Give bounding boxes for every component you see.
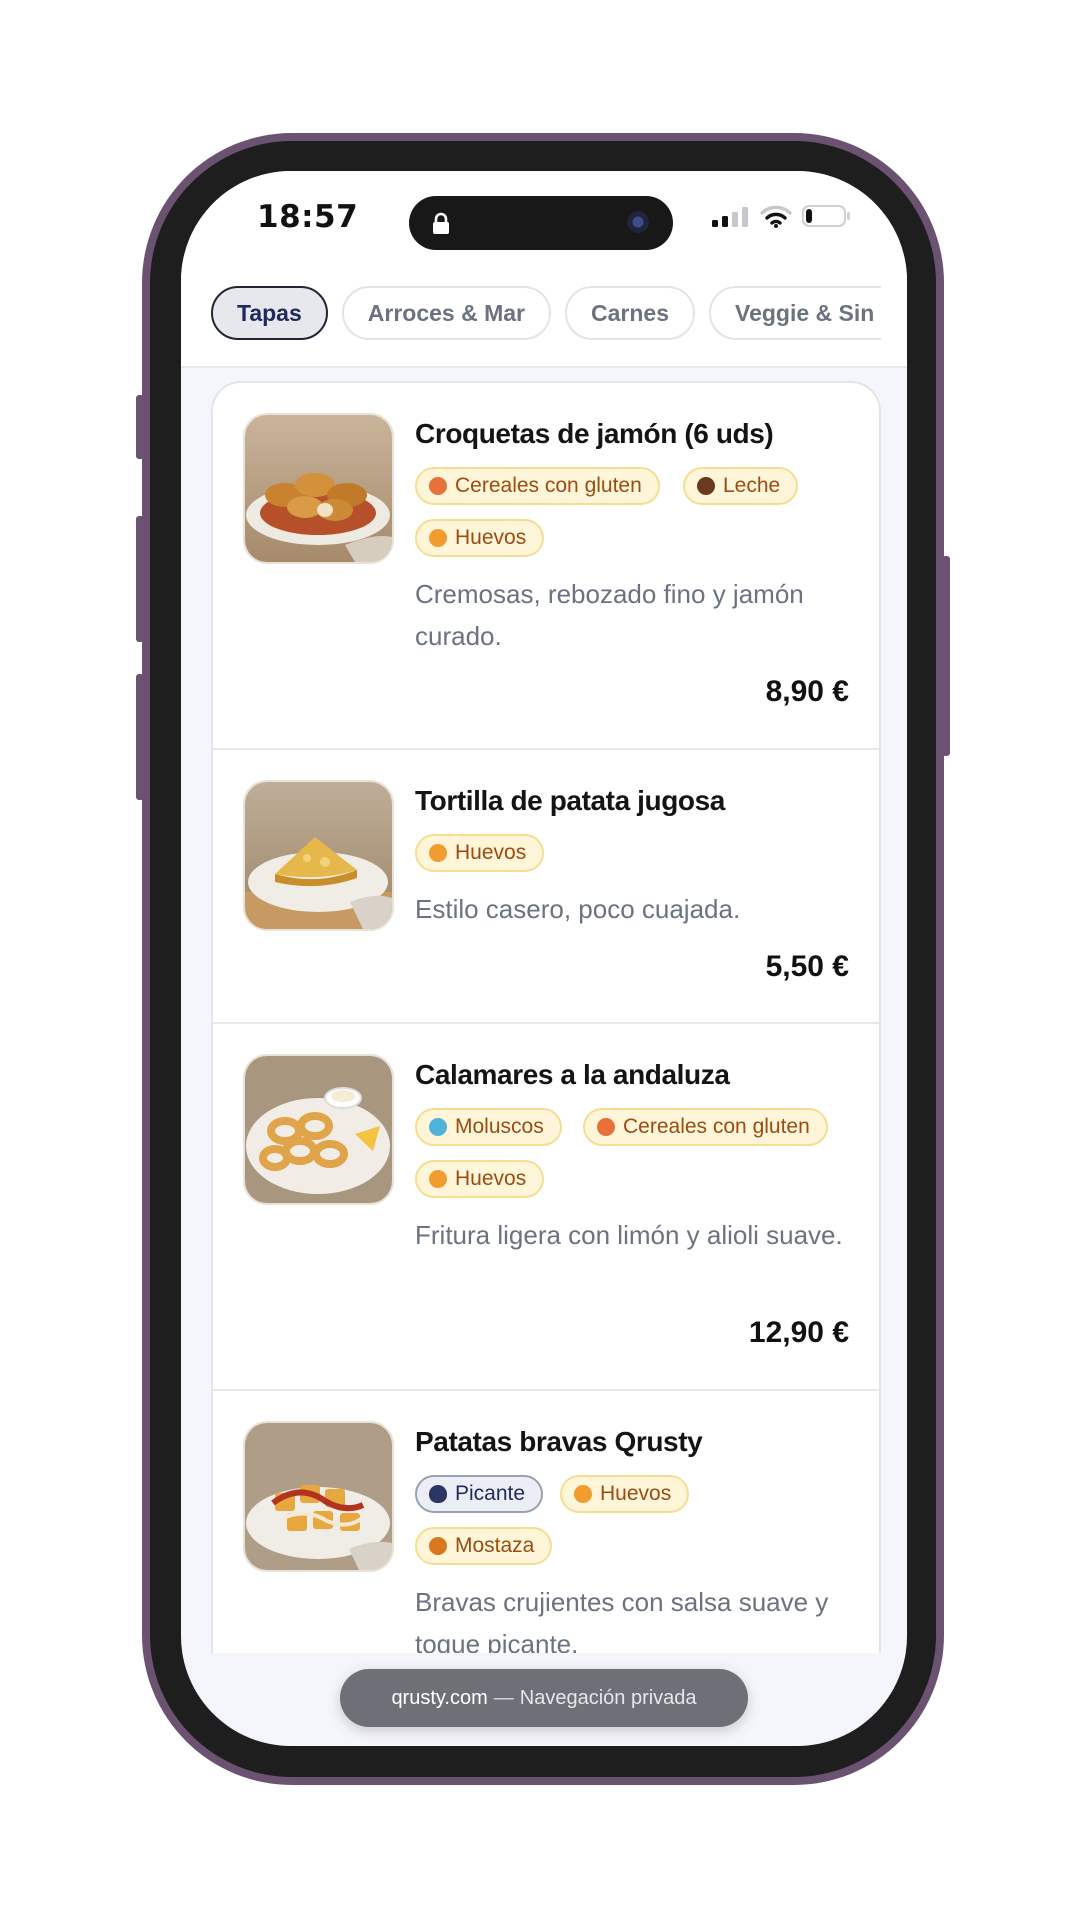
signal-icon [712,207,748,227]
tab-arroces-mar[interactable]: Arroces & Mar [341,286,552,340]
dish-photo-tortilla [243,780,394,931]
allergen-chip: Mostaza [415,1527,553,1565]
wheat-icon [597,1118,615,1136]
tab-veggie-sin-gluten[interactable]: Veggie & Sin Gluten [709,286,881,340]
egg-icon [429,844,447,862]
egg-icon [429,529,447,547]
allergen-chip: Cereales con gluten [415,467,660,505]
egg-icon [429,1170,447,1188]
allergen-chip: Picante [415,1475,544,1513]
dish-price: 8,90 € [765,675,849,708]
allergen-chip: Leche [683,467,799,505]
allergen-label: Huevos [455,841,527,864]
browser-mode: Navegación privada [519,1686,697,1709]
allergen-label: Huevos [455,1167,527,1190]
dynamic-island [409,196,673,250]
dish-description: Estilo casero, poco cuajada. [415,894,741,924]
allergen-label: Picante [455,1482,526,1505]
flame-icon [429,1485,447,1503]
wheat-icon [429,477,447,495]
allergen-chip: Huevos [560,1475,690,1513]
allergen-chip: Moluscos [415,1108,562,1146]
dish-name: Calamares a la andaluza [415,1059,730,1090]
lock-icon [433,212,449,234]
dish-list: Croquetas de jamón (6 uds) Cereales con … [211,381,881,1653]
wifi-icon [760,205,792,228]
tab-carnes[interactable]: Carnes [565,286,695,340]
allergen-label: Cereales con gluten [455,474,642,497]
category-tabs-bar: Tapas Arroces & Mar Carnes Veggie & Sin … [181,261,907,368]
allergen-label: Mostaza [455,1534,535,1557]
dish-photo-bravas [243,1421,394,1572]
dish-photo-croquetas [243,413,394,564]
allergen-label: Huevos [600,1482,672,1505]
camera-icon [627,211,649,233]
browser-domain: qrusty.com [391,1686,488,1709]
category-tabs: Tapas Arroces & Mar Carnes Veggie & Sin … [211,283,881,343]
allergen-label: Cereales con gluten [623,1115,810,1138]
allergen-label: Leche [723,474,781,497]
dish-price: 12,90 € [748,1316,849,1349]
status-bar: 18:57 [181,171,907,261]
volume-up-button [136,516,144,642]
dish-photo-calamares [243,1054,394,1205]
dish-card[interactable]: Patatas bravas Qrusty Picante Huevos Mos… [213,1391,879,1653]
egg-icon [574,1485,592,1503]
phone-screen: 18:57 Tapas Arroces & Mar Carnes Veggie … [181,171,907,1746]
allergen-chip: Huevos [415,519,545,557]
dish-description: Fritura ligera con limón y alioli suave. [415,1220,843,1250]
allergen-label: Huevos [455,526,527,549]
browser-separator: — [493,1686,514,1709]
allergen-chip: Huevos [415,1160,545,1198]
mute-switch [136,395,144,459]
dish-card[interactable]: Calamares a la andaluza Moluscos Cereale… [213,1024,879,1391]
allergen-chip: Cereales con gluten [583,1108,828,1146]
dish-name: Patatas bravas Qrusty [415,1426,703,1457]
mustard-icon [429,1537,447,1555]
volume-down-button [136,674,144,800]
allergen-label: Moluscos [455,1115,544,1138]
dish-price: 5,50 € [765,950,849,983]
milk-icon [697,477,715,495]
power-button [942,556,950,756]
dish-name: Tortilla de patata jugosa [415,785,725,816]
browser-url-pill[interactable]: qrusty.com — Navegación privada [340,1669,748,1727]
dish-description: Cremosas, rebozado fino y jamón curado. [415,579,804,651]
battery-icon [802,205,850,227]
dish-description: Bravas crujientes con salsa suave y toqu… [415,1587,829,1653]
allergen-chip: Huevos [415,834,545,872]
mollusc-icon [429,1118,447,1136]
tab-tapas[interactable]: Tapas [211,286,328,340]
dish-name: Croquetas de jamón (6 uds) [415,418,774,449]
dish-card[interactable]: Croquetas de jamón (6 uds) Cereales con … [213,383,879,750]
dish-card[interactable]: Tortilla de patata jugosa Huevos Estilo … [213,750,879,1024]
status-time: 18:57 [257,199,359,235]
